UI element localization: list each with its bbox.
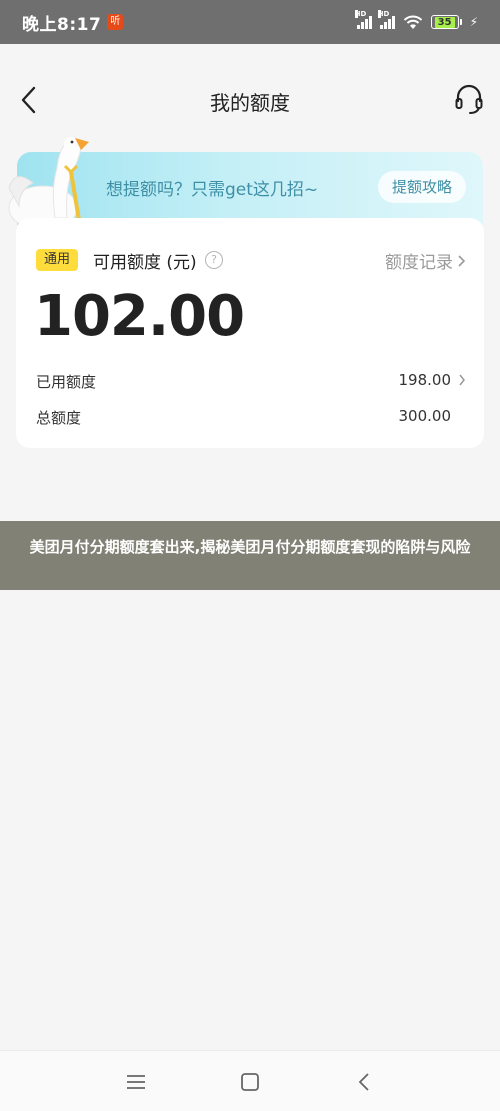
customer-service-button[interactable] [452,82,486,116]
status-icons: HD HD 35 ⚡ [354,10,478,30]
home-button[interactable] [238,1071,262,1093]
charging-icon: ⚡ [469,15,478,29]
home-square-icon [241,1073,259,1091]
quota-records-label: 额度记录 [385,253,453,273]
goose-mascot-icon [8,137,89,228]
available-amount: 102.00 [34,284,245,349]
available-quota-label: 可用额度 (元) [93,253,197,273]
menu-button[interactable] [124,1071,148,1093]
question-circle-icon[interactable]: ? [205,251,223,269]
status-time: 晚上8:17 [22,14,102,35]
used-quota-value[interactable]: 198.00 [399,371,452,389]
chevron-right-icon [458,254,466,267]
total-quota-value: 300.00 [398,407,452,425]
promo-button[interactable]: 提额攻略 [377,171,466,203]
battery-level: 35 [434,16,455,28]
system-navigation-bar [0,1050,500,1111]
nav-back-button[interactable] [352,1071,376,1093]
general-tag: 通用 [36,249,79,271]
back-button[interactable] [14,84,42,116]
signal-icon-2: HD [377,10,395,29]
notification-badge: 听 [107,14,124,30]
wifi-icon [403,15,422,29]
article-title-banner: 美团月付分期额度套出来,揭秘美团月付分期额度套现的陷阱与风险 [0,521,500,590]
nav-back-icon [358,1073,369,1091]
quota-card: 通用 可用额度 (元) ? 额度记录 102.00 已用额度 198.00 总额… [16,218,484,448]
signal-icon-1: HD [354,10,372,29]
page-title: 我的额度 [210,91,290,115]
total-quota-label: 总额度 [36,409,82,427]
quota-records-link[interactable]: 额度记录 [385,248,466,273]
menu-icon [127,1075,145,1089]
used-quota-label: 已用额度 [36,373,97,391]
chevron-left-icon [21,86,36,114]
battery-icon: 35 [430,15,462,29]
used-quota-chevron-icon[interactable] [458,373,466,387]
status-bar: 晚上8:17 听 HD HD 35 ⚡ [0,0,500,44]
headset-icon [455,84,483,114]
promo-text: 想提额吗？只需get这几招~ [106,180,319,200]
